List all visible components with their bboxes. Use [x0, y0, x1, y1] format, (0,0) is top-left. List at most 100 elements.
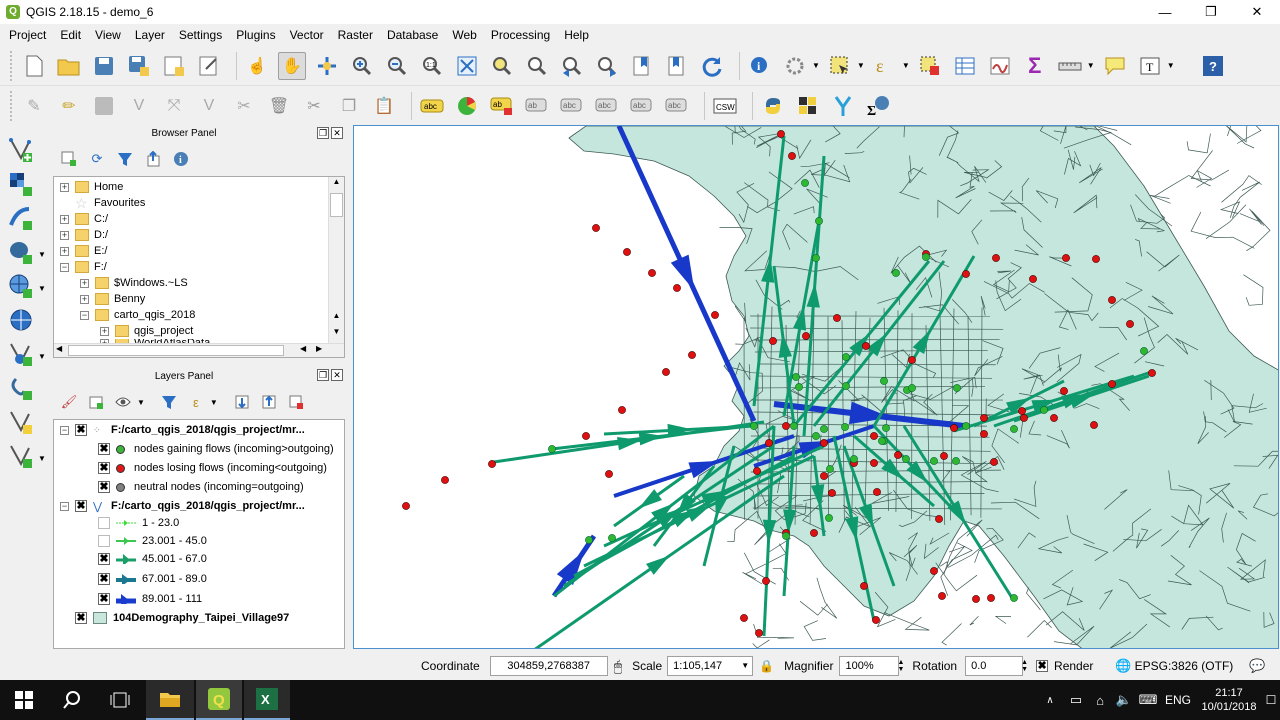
- class-visibility-checkbox[interactable]: [98, 535, 110, 547]
- scroll-thumb[interactable]: [330, 193, 343, 217]
- legend-item-class-1[interactable]: 1 - 23.0: [98, 515, 179, 531]
- menu-raster[interactable]: Raster: [331, 28, 380, 42]
- paste-features-icon[interactable]: 📋: [370, 92, 398, 120]
- tree-item-c-drive[interactable]: + C:/: [60, 211, 108, 227]
- tree-item-d-drive[interactable]: + D:/: [60, 227, 108, 243]
- toolbar-handle[interactable]: [10, 91, 14, 121]
- tree-item-windows-ls[interactable]: + $Windows.~LS: [80, 275, 188, 291]
- class-visibility-checkbox[interactable]: ✖: [98, 553, 110, 565]
- filter-legend-icon[interactable]: [160, 393, 178, 411]
- scale-dropdown-icon[interactable]: ▼: [741, 657, 749, 675]
- remove-layer-icon[interactable]: [287, 393, 305, 411]
- collapse-all-icon[interactable]: [260, 393, 278, 411]
- zoom-next-icon[interactable]: [593, 52, 621, 80]
- new-project-icon[interactable]: [20, 52, 48, 80]
- label-change-icon[interactable]: abc: [663, 92, 691, 120]
- wfs-dropdown-icon[interactable]: ▼: [38, 352, 46, 361]
- label-abc-icon[interactable]: abc: [418, 92, 446, 120]
- save-project-icon[interactable]: [90, 52, 118, 80]
- touch-zoom-icon[interactable]: ☝: [243, 52, 271, 80]
- layer-visibility-checkbox[interactable]: ✖: [75, 612, 87, 624]
- h-scroll-thumb[interactable]: [68, 345, 284, 356]
- crs-globe-icon[interactable]: 🌐: [1115, 658, 1131, 674]
- layer-flows[interactable]: − ✖ ⋁ F:/carto_qgis_2018/qgis_project/mr…: [60, 498, 305, 514]
- scroll-right-icon[interactable]: ▶: [316, 344, 322, 353]
- class-visibility-checkbox[interactable]: ✖: [98, 593, 110, 605]
- scale-combobox[interactable]: 1:105,147 ▼: [667, 656, 754, 676]
- add-vector-layer-icon[interactable]: [6, 136, 36, 164]
- collapse-icon[interactable]: −: [60, 425, 69, 435]
- browser-horizontal-scrollbar[interactable]: ◀ ◀ ▶: [54, 343, 344, 357]
- browser-filter-icon[interactable]: [116, 150, 134, 168]
- add-delimited-text-icon[interactable]: [6, 204, 36, 232]
- legend-item-losing[interactable]: ✖ nodes losing flows (incoming<outgoing): [98, 460, 327, 476]
- map-tips-icon[interactable]: [1101, 52, 1129, 80]
- class-visibility-checkbox[interactable]: ✖: [98, 443, 110, 455]
- minimize-button[interactable]: —: [1142, 0, 1188, 24]
- new-print-composer-icon[interactable]: [160, 52, 188, 80]
- layer-villages[interactable]: ✖ 104Demography_Taipei_Village97: [60, 610, 289, 626]
- add-wcs-icon[interactable]: [6, 306, 36, 334]
- open-project-icon[interactable]: [55, 52, 83, 80]
- class-visibility-checkbox[interactable]: ✖: [98, 481, 110, 493]
- expand-icon[interactable]: +: [80, 294, 89, 304]
- label-rotate-icon[interactable]: abc: [628, 92, 656, 120]
- network-icon[interactable]: ⌂: [1090, 680, 1110, 720]
- manage-visibility-icon[interactable]: [114, 393, 132, 411]
- expand-icon[interactable]: +: [80, 278, 89, 288]
- legend-item-class-5[interactable]: ✖ 89.001 - 111: [98, 591, 202, 607]
- tree-item-e-drive[interactable]: + E:/: [60, 243, 107, 259]
- postgis-dropdown-icon[interactable]: ▼: [38, 250, 46, 259]
- add-postgis-icon[interactable]: [6, 238, 36, 266]
- select-features-icon[interactable]: [826, 52, 854, 80]
- lock-scale-icon[interactable]: 🔒: [759, 659, 774, 673]
- label-move-icon[interactable]: abc: [593, 92, 621, 120]
- magnifier-field[interactable]: 100%: [839, 656, 900, 676]
- python-console-icon[interactable]: [759, 92, 787, 120]
- copy-features-icon[interactable]: ❐: [335, 92, 363, 120]
- zoom-to-layer-icon[interactable]: [523, 52, 551, 80]
- zoom-last-icon[interactable]: [558, 52, 586, 80]
- text-annotation-icon[interactable]: T: [1136, 52, 1164, 80]
- identify-features-icon[interactable]: i: [746, 52, 774, 80]
- show-bookmarks-icon[interactable]: [663, 52, 691, 80]
- browser-properties-icon[interactable]: i: [172, 150, 190, 168]
- add-wfs-icon[interactable]: [6, 340, 36, 368]
- tree-item-home[interactable]: + Home: [60, 179, 123, 195]
- layer-visibility-checkbox[interactable]: ✖: [75, 500, 87, 512]
- tree-item-carto-qgis[interactable]: − carto_qgis_2018: [80, 307, 195, 323]
- add-feature-icon[interactable]: V: [125, 92, 153, 120]
- new-bookmark-icon[interactable]: [628, 52, 656, 80]
- class-visibility-checkbox[interactable]: ✖: [98, 462, 110, 474]
- render-checkbox[interactable]: ✖: [1036, 660, 1049, 672]
- browser-vertical-scrollbar[interactable]: ▲ ▲ ▼: [328, 177, 344, 343]
- zoom-to-selection-icon[interactable]: [488, 52, 516, 80]
- add-virtual-layer-icon[interactable]: [6, 374, 36, 402]
- scroll-up-icon[interactable]: ▲: [329, 177, 344, 191]
- delete-selected-icon[interactable]: ✂: [230, 92, 258, 120]
- coordinate-field[interactable]: 304859,2768387: [489, 656, 608, 676]
- crs-status[interactable]: EPSG:3826 (OTF): [1135, 659, 1234, 673]
- run-action-dropdown-icon[interactable]: ▼: [812, 61, 820, 70]
- trash-icon[interactable]: 🗑: [265, 92, 293, 120]
- menu-database[interactable]: Database: [380, 28, 445, 42]
- clock[interactable]: 21:17 10/01/2018: [1198, 680, 1260, 720]
- windows-start-icon[interactable]: [0, 680, 48, 720]
- excel-taskbar-icon[interactable]: X: [244, 680, 290, 720]
- tree-item-benny[interactable]: + Benny: [80, 291, 145, 307]
- zoom-out-icon[interactable]: [383, 52, 411, 80]
- expression-filter-dropdown-icon[interactable]: ▼: [210, 398, 218, 407]
- map-canvas[interactable]: [353, 125, 1279, 649]
- toggle-extents-icon[interactable]: 🖱: [614, 658, 622, 675]
- zoom-native-icon[interactable]: 1:1: [418, 52, 446, 80]
- browser-refresh-icon[interactable]: ⟳: [88, 150, 106, 168]
- maximize-button[interactable]: ❐: [1188, 0, 1234, 24]
- composer-manager-icon[interactable]: [195, 52, 223, 80]
- class-visibility-checkbox[interactable]: [98, 517, 110, 529]
- expression-dropdown-icon[interactable]: ▼: [902, 61, 910, 70]
- save-edits-icon[interactable]: [90, 92, 118, 120]
- attribute-table-icon[interactable]: [951, 52, 979, 80]
- zoom-in-icon[interactable]: [348, 52, 376, 80]
- open-layer-styling-icon[interactable]: 🖌: [60, 393, 78, 411]
- scroll-left-icon[interactable]: ◀: [300, 344, 306, 353]
